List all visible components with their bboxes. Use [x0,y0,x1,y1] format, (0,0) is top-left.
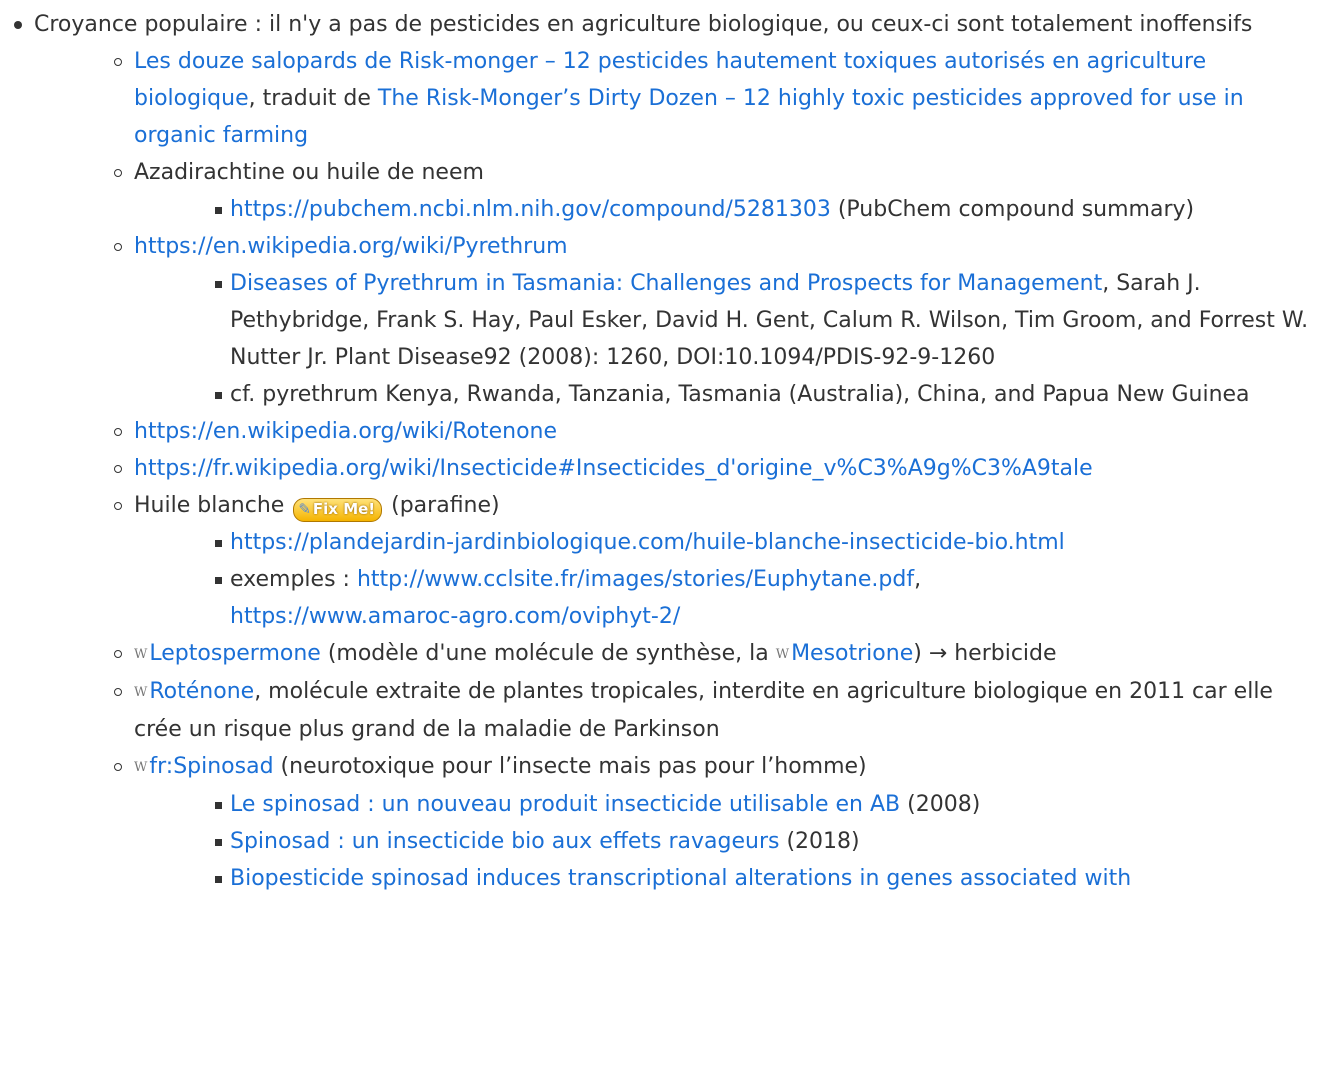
list-item-rotenone-en: https://en.wikipedia.org/wiki/Rotenone [114,413,1317,450]
bullet-square [215,207,222,214]
list-item-spinosad: Wfr:Spinosad (neurotoxique pour l’insect… [114,748,1317,897]
rotenone-en-link[interactable]: https://en.wikipedia.org/wiki/Rotenone [134,419,557,444]
bullet-square [215,540,222,547]
bullet-square [215,281,222,288]
translated-from-text: , traduit de [248,86,378,111]
huile-blanche-sublist: https://plandejardin-jardinbiologique.co… [212,524,1317,635]
exemples-prefix: exemples : [230,567,357,592]
bullet-square [215,577,222,584]
fixme-badge: ✎ Fix Me! [293,498,383,522]
spinosad-2018-link[interactable]: Spinosad : un insecticide bio aux effets… [230,829,779,854]
pyrethrum-diseases-link[interactable]: Diseases of Pyrethrum in Tasmania: Chall… [230,271,1102,296]
list-item-pyrethrum: https://en.wikipedia.org/wiki/Pyrethrum … [114,228,1317,413]
list-item-exemples: exemples : http://www.cclsite.fr/images/… [212,561,1317,635]
rotenone-fr-text: , molécule extraite de plantes tropicale… [134,679,1273,742]
spinosad-2008-link[interactable]: Le spinosad : un nouveau produit insecti… [230,792,900,817]
list-item-spinosad-2008: Le spinosad : un nouveau produit insecti… [212,786,1317,823]
list-item-pyrethrum-countries: cf. pyrethrum Kenya, Rwanda, Tanzania, T… [212,376,1317,413]
bullet-circle [114,763,122,771]
bullet-disc [14,21,22,29]
list-item-croyance: Croyance populaire : il n'y a pas de pes… [14,6,1317,897]
bullet-circle [114,502,122,510]
wikipedia-icon: W [134,685,147,700]
leptospermone-link[interactable]: Leptospermone [149,641,320,666]
leptospermone-end-text: ) → herbicide [913,641,1057,666]
bullet-circle [114,428,122,436]
mesotrione-link[interactable]: Mesotrione [791,641,913,666]
spinosad-sublist: Le spinosad : un nouveau produit insecti… [212,786,1317,897]
bullet-square [215,392,222,399]
pyrethrum-countries-text: cf. pyrethrum Kenya, Rwanda, Tanzania, T… [230,382,1250,407]
list-item-pubchem: https://pubchem.ncbi.nlm.nih.gov/compoun… [212,191,1317,228]
list-item-leptospermone: W Leptospermone (modèle d'une molécule de… [114,635,1317,673]
insecticide-fr-link[interactable]: https://fr.wikipedia.org/wiki/Insecticid… [134,456,1093,481]
huile-blanche-suffix: (parafine) [384,493,500,518]
bullet-circle [114,650,122,658]
bullet-square [215,802,222,809]
pubchem-link[interactable]: https://pubchem.ncbi.nlm.nih.gov/compoun… [230,197,831,222]
bullet-circle [114,58,122,66]
plandejardin-link[interactable]: https://plandejardin-jardinbiologique.co… [230,530,1065,555]
pyrethrum-sublist: Diseases of Pyrethrum in Tasmania: Chall… [212,265,1317,413]
wikipedia-icon: W [775,647,789,662]
wikipedia-icon: W [134,647,147,662]
list-item-spinosad-2018: Spinosad : un insecticide bio aux effets… [212,823,1317,860]
list-item-spinosad-biopesticide: Biopesticide spinosad induces transcript… [212,860,1317,897]
rotenone-fr-link[interactable]: Roténone [149,679,254,704]
list-item-azadirachtine: Azadirachtine ou huile de neem https://p… [114,154,1317,228]
exemples-separator: , [914,567,922,592]
list-item-plandejardin: https://plandejardin-jardinbiologique.co… [212,524,1317,561]
list-item-huile-blanche: Huile blanche ✎ Fix Me! (parafine) https:… [114,487,1317,635]
croyance-text: Croyance populaire : il n'y a pas de pes… [34,12,1253,37]
list-item-dirty-dozen: Les douze salopards de Risk-monger – 12 … [114,43,1317,154]
wikipedia-icon: W [134,760,147,775]
spinosad-link[interactable]: fr:Spinosad [149,754,273,779]
bullet-square [215,876,222,883]
page: Croyance populaire : il n'y a pas de pes… [0,0,1317,897]
bullet-square [215,839,222,846]
pyrethrum-link[interactable]: https://en.wikipedia.org/wiki/Pyrethrum [134,234,568,259]
leptospermone-mid-text: (modèle d'une molécule de synthèse, la [320,641,776,666]
spinosad-biopesticide-link[interactable]: Biopesticide spinosad induces transcript… [230,866,1131,891]
euphytane-link[interactable]: http://www.cclsite.fr/images/stories/Eup… [357,567,914,592]
spinosad-2018-year: (2018) [779,829,860,854]
fixme-label: Fix Me! [312,500,376,518]
azadirachtine-label: Azadirachtine ou huile de neem [134,160,484,185]
pubchem-note: (PubChem compound summary) [830,197,1195,222]
bullet-circle [114,169,122,177]
azadirachtine-sublist: https://pubchem.ncbi.nlm.nih.gov/compoun… [212,191,1317,228]
bullet-circle [114,465,122,473]
pencil-icon: ✎ [298,500,311,518]
spinosad-2008-year: (2008) [900,792,981,817]
huile-blanche-label: Huile blanche [134,493,285,518]
bullet-circle [114,688,122,696]
bullet-circle [114,243,122,251]
spinosad-text: (neurotoxique pour l’insecte mais pas po… [273,754,867,779]
list-item-rotenone-fr: W Roténone, molécule extraite de plantes … [114,673,1317,748]
main-list: Croyance populaire : il n'y a pas de pes… [14,6,1317,897]
oviphyt-link[interactable]: https://www.amaroc-agro.com/oviphyt-2/ [230,604,680,629]
list-item-insecticide-fr: https://fr.wikipedia.org/wiki/Insecticid… [114,450,1317,487]
list-item-pyrethrum-diseases: Diseases of Pyrethrum in Tasmania: Chall… [212,265,1317,376]
sub-list: Les douze salopards de Risk-monger – 12 … [114,43,1317,897]
